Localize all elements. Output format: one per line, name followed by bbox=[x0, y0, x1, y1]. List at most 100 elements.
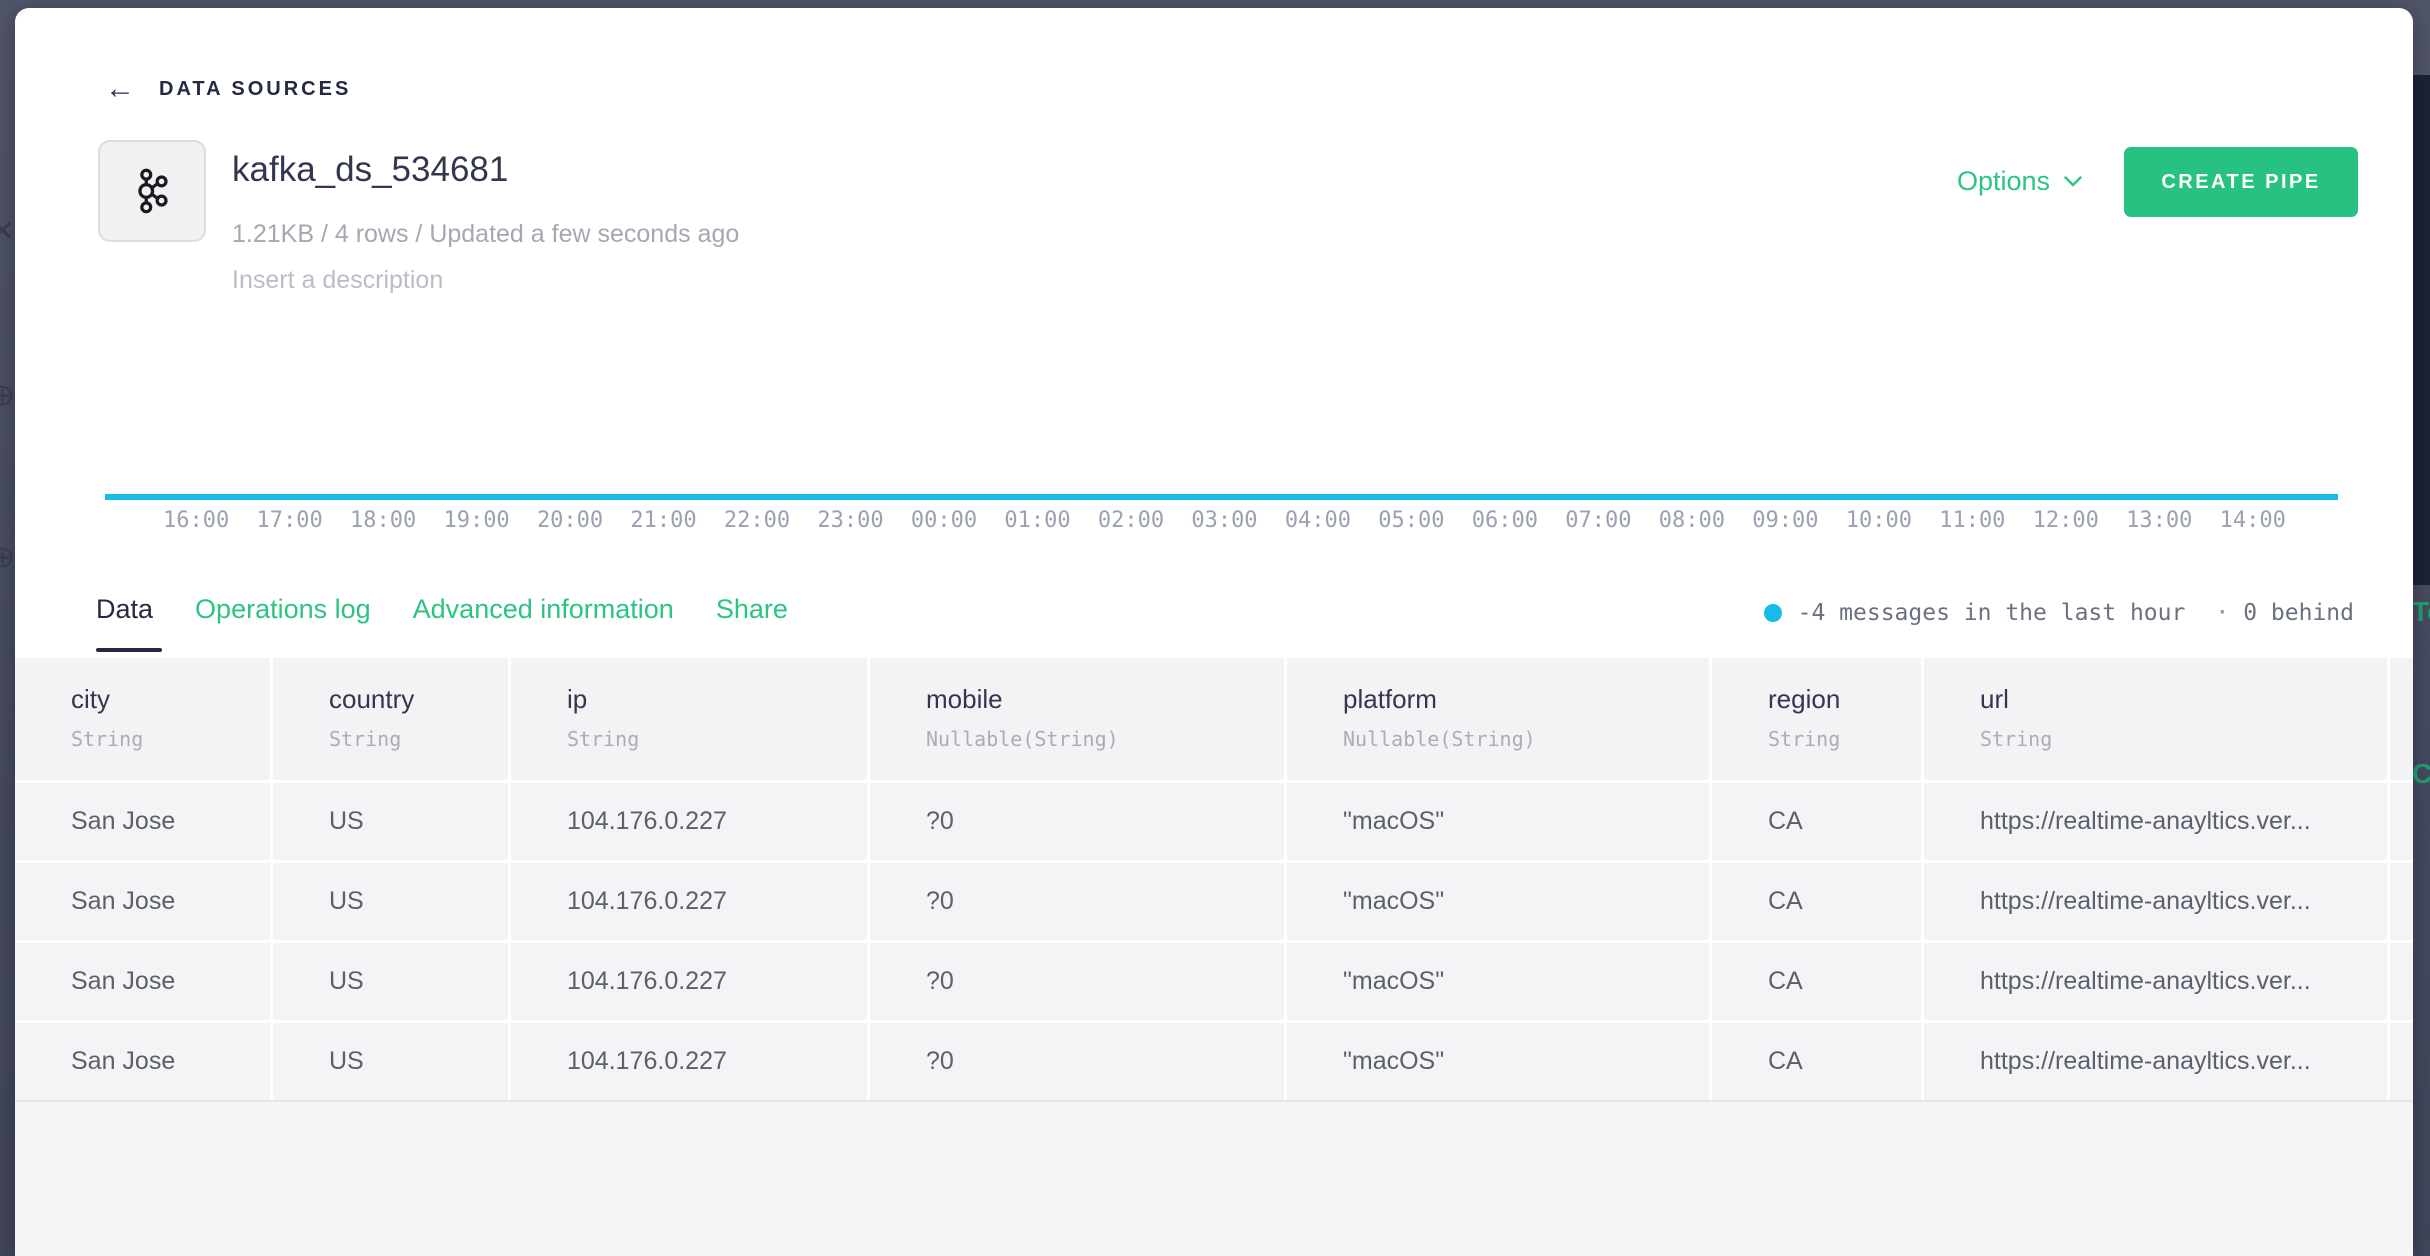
kafka-status: -4 messages in the last hour · 0 behind bbox=[1764, 600, 2354, 626]
create-pipe-button[interactable]: CREATE PIPE bbox=[2124, 147, 2358, 217]
table-cell-overflow bbox=[2390, 1023, 2413, 1100]
table-cell: "macOS" bbox=[1287, 943, 1709, 1020]
column-header-platform[interactable]: platform Nullable(String) bbox=[1287, 658, 1709, 780]
axis-tick: 03:00 bbox=[1191, 508, 1257, 533]
back-label: DATA SOURCES bbox=[159, 78, 351, 101]
table-cell: "macOS" bbox=[1287, 783, 1709, 860]
table-cell: https://realtime-anayltics.ver... bbox=[1924, 863, 2387, 940]
table-cell: ?0 bbox=[870, 783, 1284, 860]
column-name: url bbox=[1980, 684, 2387, 715]
column-name: platform bbox=[1343, 684, 1709, 715]
table-cell: "macOS" bbox=[1287, 863, 1709, 940]
axis-tick: 11:00 bbox=[1939, 508, 2005, 533]
table-cell-overflow bbox=[2390, 863, 2413, 940]
column-name: region bbox=[1768, 684, 1921, 715]
axis-tick: 01:00 bbox=[1004, 508, 1070, 533]
column-header-mobile[interactable]: mobile Nullable(String) bbox=[870, 658, 1284, 780]
axis-tick: 19:00 bbox=[443, 508, 509, 533]
axis-tick: 13:00 bbox=[2126, 508, 2192, 533]
table-cell: https://realtime-anayltics.ver... bbox=[1924, 943, 2387, 1020]
axis-tick: 02:00 bbox=[1098, 508, 1164, 533]
table-cell: "macOS" bbox=[1287, 1023, 1709, 1100]
datasource-type-badge bbox=[98, 140, 206, 242]
column-type: String bbox=[567, 727, 867, 751]
table-cell: CA bbox=[1712, 863, 1921, 940]
table-cell: CA bbox=[1712, 783, 1921, 860]
tab-share[interactable]: Share bbox=[716, 594, 788, 625]
table-cell: 104.176.0.227 bbox=[511, 943, 867, 1020]
table-cell: US bbox=[273, 1023, 508, 1100]
backdrop-editor-strip bbox=[2413, 75, 2430, 585]
messages-count-text: -4 messages in the last hour bbox=[1798, 600, 2186, 626]
tab-data[interactable]: Data bbox=[96, 594, 153, 625]
options-dropdown[interactable]: Options bbox=[1957, 166, 2082, 197]
column-header-ip[interactable]: ip String bbox=[511, 658, 867, 780]
back-arrow-icon: ← bbox=[105, 74, 135, 104]
table-cell: ?0 bbox=[870, 863, 1284, 940]
behind-count-text: 0 behind bbox=[2243, 600, 2354, 626]
axis-tick: 22:00 bbox=[724, 508, 790, 533]
kafka-icon bbox=[129, 166, 175, 216]
table-cell: San Jose bbox=[15, 783, 270, 860]
column-header-city[interactable]: city String bbox=[15, 658, 270, 780]
plus-circle-icon[interactable]: ⊕ bbox=[0, 540, 15, 575]
datasource-panel: ← DATA SOURCES kafka_ds_534681 1.21KB / … bbox=[15, 8, 2413, 1256]
axis-tick: 04:00 bbox=[1285, 508, 1351, 533]
table-cell: https://realtime-anayltics.ver... bbox=[1924, 1023, 2387, 1100]
plus-circle-icon[interactable]: ⊕ bbox=[0, 378, 15, 413]
table-cell: CA bbox=[1712, 943, 1921, 1020]
tab-advanced-information[interactable]: Advanced information bbox=[413, 594, 674, 625]
table-footer-area bbox=[15, 1100, 2413, 1256]
column-type: Nullable(String) bbox=[1343, 727, 1709, 751]
tab-operations-log[interactable]: Operations log bbox=[195, 594, 371, 625]
column-header-overflow bbox=[2390, 658, 2413, 780]
column-name: mobile bbox=[926, 684, 1284, 715]
table-cell: 104.176.0.227 bbox=[511, 1023, 867, 1100]
table-cell: San Jose bbox=[15, 943, 270, 1020]
table-cell: ?0 bbox=[870, 1023, 1284, 1100]
axis-tick: 08:00 bbox=[1659, 508, 1725, 533]
axis-tick: 18:00 bbox=[350, 508, 416, 533]
table-cell: US bbox=[273, 783, 508, 860]
background-text-fragment: CE bbox=[2412, 758, 2430, 790]
page-title: kafka_ds_534681 bbox=[232, 150, 508, 190]
table-cell: 104.176.0.227 bbox=[511, 863, 867, 940]
table-cell: https://realtime-anayltics.ver... bbox=[1924, 783, 2387, 860]
axis-tick: 16:00 bbox=[163, 508, 229, 533]
timeline-chart-line bbox=[105, 494, 2338, 500]
axis-tick: 06:00 bbox=[1472, 508, 1538, 533]
table-cell: San Jose bbox=[15, 1023, 270, 1100]
active-tab-underline bbox=[96, 648, 162, 652]
table-cell-overflow bbox=[2390, 783, 2413, 860]
table-cell: 104.176.0.227 bbox=[511, 783, 867, 860]
options-label: Options bbox=[1957, 166, 2050, 197]
table-cell: US bbox=[273, 943, 508, 1020]
column-name: city bbox=[71, 684, 270, 715]
axis-tick: 00:00 bbox=[911, 508, 977, 533]
column-type: String bbox=[71, 727, 270, 751]
timeline-axis: 16:00 17:00 18:00 19:00 20:00 21:00 22:0… bbox=[163, 508, 2286, 533]
axis-tick: 05:00 bbox=[1378, 508, 1444, 533]
description-placeholder[interactable]: Insert a description bbox=[232, 266, 443, 295]
column-header-country[interactable]: country String bbox=[273, 658, 508, 780]
table-cell-overflow bbox=[2390, 943, 2413, 1020]
tab-bar: Data Operations log Advanced information… bbox=[96, 594, 788, 625]
axis-tick: 20:00 bbox=[537, 508, 603, 533]
column-type: String bbox=[329, 727, 508, 751]
data-table: city String country String ip String mob… bbox=[15, 658, 2413, 1100]
column-type: Nullable(String) bbox=[926, 727, 1284, 751]
datasource-meta: 1.21KB / 4 rows / Updated a few seconds … bbox=[232, 220, 739, 249]
column-type: String bbox=[1768, 727, 1921, 751]
back-button[interactable]: ← DATA SOURCES bbox=[105, 74, 351, 104]
axis-tick: 21:00 bbox=[630, 508, 696, 533]
column-name: ip bbox=[567, 684, 867, 715]
axis-tick: 23:00 bbox=[817, 508, 883, 533]
column-type: String bbox=[1980, 727, 2387, 751]
axis-tick: 09:00 bbox=[1752, 508, 1818, 533]
table-cell: ?0 bbox=[870, 943, 1284, 1020]
axis-tick: 10:00 bbox=[1846, 508, 1912, 533]
close-icon[interactable]: ✕ bbox=[0, 214, 15, 249]
table-cell: San Jose bbox=[15, 863, 270, 940]
column-header-url[interactable]: url String bbox=[1924, 658, 2387, 780]
column-header-region[interactable]: region String bbox=[1712, 658, 1921, 780]
